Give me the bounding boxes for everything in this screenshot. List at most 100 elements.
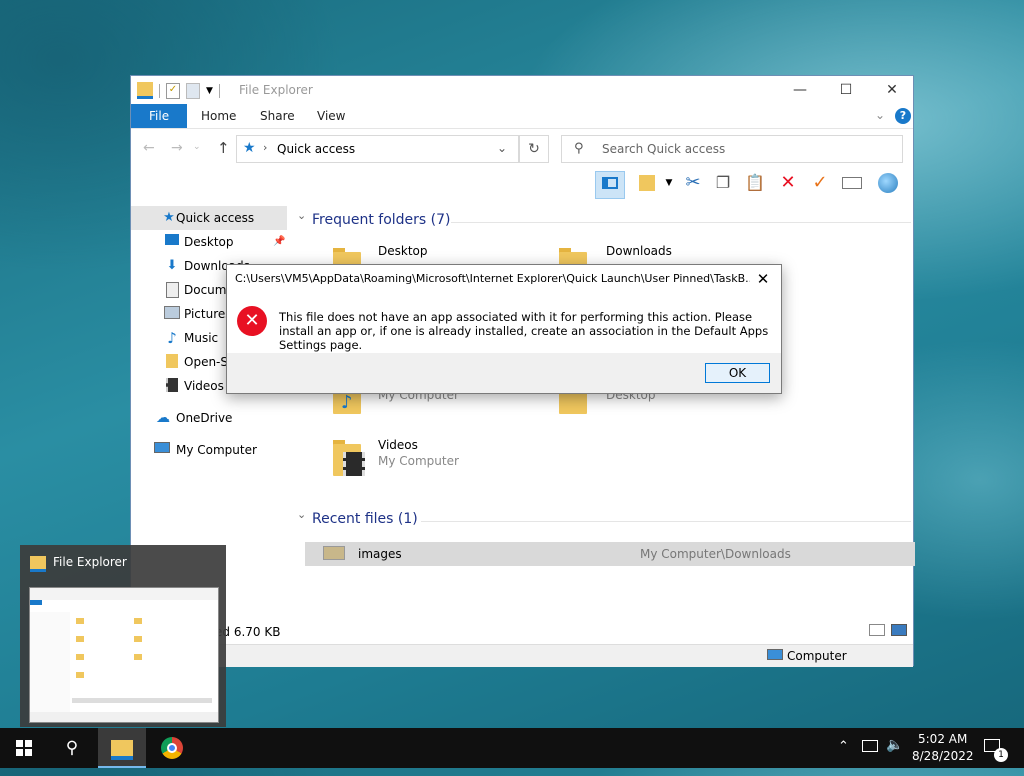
paste-icon[interactable]: 📋 xyxy=(743,171,767,195)
nav-label: Pictures xyxy=(184,307,232,321)
refresh-icon: ↻ xyxy=(528,141,540,157)
breadcrumb-chevron-icon[interactable]: › xyxy=(263,141,267,154)
properties-toolbar-icon[interactable] xyxy=(840,171,864,195)
download-icon: ⬇ xyxy=(166,258,178,273)
error-icon: ✕ xyxy=(237,306,267,336)
nav-item-quick-access[interactable]: ★ Quick access xyxy=(131,206,287,230)
bottom-location: Computer xyxy=(787,649,847,663)
tab-file[interactable]: File xyxy=(131,104,188,128)
ribbon-tabs: File Home Share View ⌄ ? xyxy=(131,104,913,129)
dialog-title: C:\Users\VM5\AppData\Roaming\Microsoft\I… xyxy=(235,272,750,285)
pin-icon[interactable]: 📌 xyxy=(273,230,285,254)
details-view-icon[interactable] xyxy=(869,624,885,636)
taskbar-search-icon[interactable]: ⚲ xyxy=(48,728,96,768)
recent-file-location: My Computer\Downloads xyxy=(640,547,791,561)
error-dialog: C:\Users\VM5\AppData\Roaming\Microsoft\I… xyxy=(226,264,782,394)
new-item-dropdown-icon[interactable]: ▼ xyxy=(657,171,681,195)
cut-icon[interactable]: ✂ xyxy=(681,171,705,195)
copy-icon[interactable]: ❐ xyxy=(711,171,735,195)
explorer-icon xyxy=(137,82,153,99)
customize-dropdown-icon[interactable]: ▼ xyxy=(206,86,213,96)
tab-home[interactable]: Home xyxy=(187,104,250,128)
recent-dropdown-icon[interactable]: ⌄ xyxy=(193,142,201,152)
folder-title[interactable]: Desktop xyxy=(378,244,428,258)
delete-icon[interactable]: ✕ xyxy=(776,171,800,195)
new-item-icon[interactable] xyxy=(635,171,659,195)
dialog-message: This file does not have an app associate… xyxy=(279,310,769,352)
nav-item-my-computer[interactable]: My Computer xyxy=(131,438,287,462)
maximize-button[interactable]: ☐ xyxy=(823,76,869,104)
dialog-close-button[interactable]: ✕ xyxy=(751,267,775,291)
show-hidden-icons-icon[interactable]: ⌃ xyxy=(838,739,849,754)
chrome-icon xyxy=(161,737,183,759)
rename-check-icon[interactable]: ✓ xyxy=(808,171,832,195)
minimize-button[interactable]: — xyxy=(777,76,823,104)
nav-item-desktop[interactable]: Desktop 📌 xyxy=(131,230,287,254)
new-folder-icon[interactable] xyxy=(186,82,200,99)
folder-title[interactable]: Videos xyxy=(378,438,418,452)
refresh-button[interactable]: ↻ xyxy=(519,135,549,163)
ok-button[interactable]: OK xyxy=(705,363,770,383)
nav-label: Videos xyxy=(184,379,224,393)
nav-item-onedrive[interactable]: ☁ OneDrive xyxy=(131,406,287,430)
preview-thumbnail xyxy=(29,587,219,723)
computer-status-icon xyxy=(767,649,783,660)
explorer-icon xyxy=(111,740,133,760)
music-icon: ♪ xyxy=(167,329,177,347)
frequent-folders-header[interactable]: Frequent folders (7) xyxy=(312,212,451,228)
taskbar-file-explorer[interactable] xyxy=(98,728,146,768)
taskbar-chrome[interactable] xyxy=(148,728,196,768)
cloud-icon: ☁ xyxy=(156,410,170,426)
recent-collapse-icon[interactable]: ⌄ xyxy=(297,508,306,521)
breadcrumb-quick-access[interactable]: Quick access xyxy=(277,142,355,156)
help-icon[interactable]: ? xyxy=(895,108,911,124)
quick-access-star-icon: ★ xyxy=(243,140,256,156)
up-arrow-icon[interactable]: ↑ xyxy=(217,139,230,157)
frequent-collapse-icon[interactable]: ⌄ xyxy=(297,209,306,222)
folder-subtitle: My Computer xyxy=(378,454,459,468)
nav-label: Quick access xyxy=(176,211,255,225)
picture-icon xyxy=(164,306,180,322)
status-bar: 1 item selected 6.70 KB xyxy=(131,620,913,642)
recent-file-row[interactable]: images My Computer\Downloads xyxy=(305,542,915,566)
notification-badge: 1 xyxy=(994,748,1008,762)
title-bar: ✓ ▼ File Explorer — ☐ ✕ xyxy=(131,76,913,104)
videos-folder-icon[interactable] xyxy=(333,438,365,478)
clock-time[interactable]: 5:02 AM xyxy=(918,732,967,746)
quick-access-toolbar: ✓ ▼ xyxy=(137,82,220,99)
large-icons-view-icon[interactable] xyxy=(891,624,907,636)
volume-icon[interactable]: 🔈 xyxy=(886,737,903,753)
bottom-bar: Computer xyxy=(131,644,913,667)
recent-file-name: images xyxy=(358,547,402,561)
nav-label: OneDrive xyxy=(176,411,233,425)
start-button[interactable] xyxy=(0,728,48,768)
search-icon: ⚲ xyxy=(574,141,584,156)
search-placeholder: Search Quick access xyxy=(602,142,726,156)
computer-icon xyxy=(154,442,170,458)
back-arrow-icon[interactable]: ← xyxy=(143,140,155,156)
tab-share[interactable]: Share xyxy=(246,104,309,128)
properties-icon[interactable]: ✓ xyxy=(166,82,180,99)
windows-logo-icon xyxy=(16,740,32,756)
address-row: ← → ⌄ ↑ ★ › Quick access ⌄ ↻ ⚲ Search Qu… xyxy=(131,133,913,169)
explorer-icon xyxy=(30,556,46,572)
ribbon-expand-icon[interactable]: ⌄ xyxy=(875,108,885,122)
taskbar-preview[interactable]: File Explorer xyxy=(20,545,226,727)
forward-arrow-icon[interactable]: → xyxy=(171,140,183,156)
window-title: File Explorer xyxy=(239,83,313,97)
recent-files-header[interactable]: Recent files (1) xyxy=(312,511,418,527)
preview-pane-icon[interactable] xyxy=(595,171,625,199)
close-button[interactable]: ✕ xyxy=(869,76,915,104)
folder-title[interactable]: Downloads xyxy=(606,244,672,258)
nav-label: Desktop xyxy=(184,235,234,249)
search-input[interactable]: ⚲ Search Quick access xyxy=(561,135,903,163)
address-dropdown-icon[interactable]: ⌄ xyxy=(497,141,507,155)
network-icon[interactable] xyxy=(862,740,878,752)
image-file-icon xyxy=(323,546,345,560)
clock-date[interactable]: 8/28/2022 xyxy=(912,749,974,763)
preview-title: File Explorer xyxy=(53,555,127,569)
address-bar[interactable]: ★ › Quick access ⌄ xyxy=(236,135,519,163)
internet-options-icon[interactable] xyxy=(876,171,900,195)
nav-label: Music xyxy=(184,331,219,345)
tab-view[interactable]: View xyxy=(303,104,359,128)
